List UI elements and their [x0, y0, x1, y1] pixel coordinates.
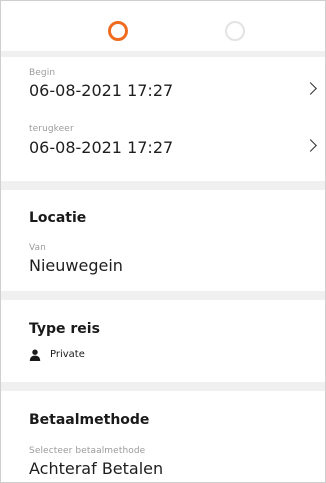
- trip-type-heading: Type reis: [29, 321, 100, 337]
- from-value: Nieuwegein: [29, 256, 123, 275]
- booking-form: Begin 06-08-2021 17:27 terugkeer 06-08-2…: [0, 0, 326, 483]
- payment-value: Achteraf Betalen: [29, 459, 164, 478]
- chevron-right-icon[interactable]: [304, 139, 317, 152]
- progress-stepper: [1, 1, 325, 53]
- begin-value: 06-08-2021 17:27: [29, 81, 174, 100]
- begin-caption: Begin: [29, 68, 56, 78]
- step-indicator-active[interactable]: [108, 21, 128, 41]
- from-caption: Van: [29, 243, 46, 253]
- payment-caption: Selecteer betaalmethode: [29, 446, 146, 456]
- return-value: 06-08-2021 17:27: [29, 138, 174, 157]
- section-divider: [1, 51, 325, 57]
- location-heading: Locatie: [29, 210, 87, 226]
- return-caption: terugkeer: [29, 124, 74, 134]
- section-divider: [1, 382, 325, 391]
- chevron-right-icon[interactable]: [304, 82, 317, 95]
- section-divider: [1, 291, 325, 300]
- trip-type-label: Private: [50, 349, 85, 360]
- step-indicator-inactive[interactable]: [225, 21, 245, 41]
- person-icon: [29, 349, 41, 361]
- section-divider: [1, 181, 325, 190]
- payment-heading: Betaalmethode: [29, 412, 150, 428]
